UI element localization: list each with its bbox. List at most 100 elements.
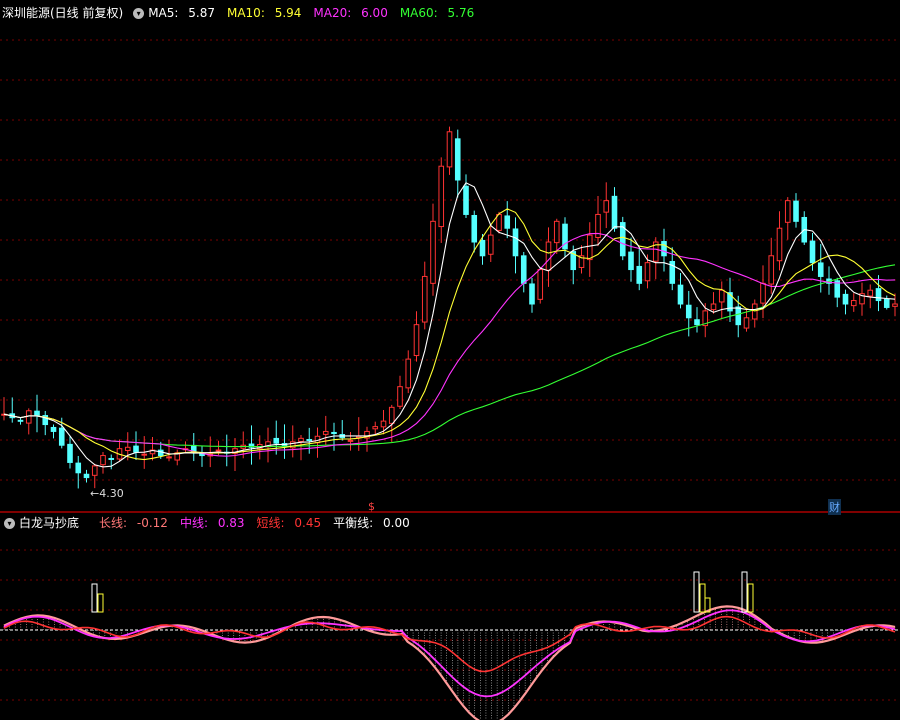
indicator-header: ▾ 白龙马抄底 长线: -0.12 中线: 0.83 短线: 0.45 平衡线:… (0, 513, 422, 533)
candle-body (83, 473, 90, 479)
signal-bar (693, 571, 700, 613)
signal-bar (741, 571, 748, 613)
ma60-label: MA60: 5.76 (399, 6, 475, 20)
candle-body (867, 289, 874, 297)
signal-bar (91, 583, 98, 613)
candle-body (487, 234, 494, 255)
candle-body (306, 439, 313, 442)
candle-body (380, 420, 387, 428)
ma10-label: MA10: 5.94 (226, 6, 302, 20)
candle-body (529, 283, 535, 305)
indicator-name: 白龙马抄底 (19, 516, 80, 530)
candle-body (413, 324, 420, 357)
main-header: 深圳能源(日线 前复权) ▾ MA5: 5.87 MA10: 5.94 MA20… (0, 3, 486, 23)
low-price-marker: ←4.30 (90, 487, 124, 500)
ma5-label: MA5: 5.87 (148, 6, 215, 20)
candle-body (298, 437, 304, 442)
candle-body (75, 462, 82, 474)
candle-body (875, 288, 882, 302)
candle-body (133, 445, 139, 453)
candle-body (25, 410, 32, 424)
candle-body (34, 410, 40, 417)
candle-body (718, 289, 725, 303)
candle-body (58, 427, 65, 446)
candle-body (347, 439, 354, 442)
long-line-label: 长线: -0.12 (99, 516, 168, 530)
candle-body (611, 195, 618, 229)
stock-title: 深圳能源(日线 前复权) (2, 6, 124, 20)
ma20-label: MA20: 6.00 (313, 6, 388, 20)
candle-body (17, 419, 24, 422)
candle-body (760, 282, 766, 304)
signal-bar (97, 593, 104, 613)
candle-body (710, 303, 717, 311)
candle-body (784, 200, 791, 223)
long-line (3, 605, 896, 720)
candle-body (166, 456, 172, 459)
candle-body (471, 215, 478, 243)
event-marker-s[interactable]: $ (368, 500, 375, 513)
candle-body (512, 228, 519, 257)
ma20-line (3, 232, 896, 457)
candle-body (883, 298, 890, 308)
mid-line (3, 609, 896, 698)
event-marker-cai[interactable]: 财 (828, 499, 841, 515)
ma5-line (3, 182, 896, 468)
candle-body (100, 455, 106, 466)
candle-body (504, 215, 511, 229)
candle-body (776, 227, 783, 262)
candle-body (479, 239, 486, 257)
candle-body (108, 457, 115, 460)
candle-body (850, 300, 857, 307)
candle-body (661, 241, 667, 257)
candle-body (892, 303, 898, 307)
ma10-line (3, 208, 896, 461)
candle-body (405, 358, 412, 389)
short-line (3, 615, 896, 673)
candle-body (586, 234, 593, 261)
candle-body (743, 317, 750, 329)
candle-body (157, 449, 164, 457)
candle-body (685, 304, 692, 319)
arrow-left-icon: ← (90, 487, 100, 500)
chart-stage: 深圳能源(日线 前复权) ▾ MA5: 5.87 MA10: 5.94 MA20… (0, 0, 900, 720)
price-chart[interactable] (0, 0, 900, 720)
candle-body (215, 449, 222, 452)
candle-body (735, 306, 742, 326)
candle-body (322, 430, 329, 435)
candle-body (628, 251, 634, 271)
candle-body (430, 220, 436, 284)
signal-bar (747, 583, 754, 613)
candle-body (553, 220, 560, 244)
candle-body (438, 165, 445, 228)
candle-body (454, 138, 461, 181)
candle-body (636, 265, 643, 284)
candle-body (463, 185, 469, 215)
candle-body (446, 131, 453, 168)
candle-body (793, 200, 799, 222)
candle-body (331, 431, 337, 435)
circle-down-icon[interactable]: ▾ (133, 7, 145, 19)
candle-body (817, 262, 824, 277)
candle-body (67, 443, 73, 463)
candle-body (768, 255, 775, 285)
candle-body (421, 275, 428, 323)
candle-body (199, 453, 205, 457)
candle-body (520, 255, 527, 284)
candle-body (809, 240, 816, 264)
candle-body (644, 262, 651, 282)
candle-body (141, 453, 148, 456)
balance-line-label: 平衡线: 0.00 (333, 516, 410, 530)
candle-body (537, 269, 544, 300)
candle-body (397, 386, 403, 407)
candle-body (751, 303, 758, 320)
circle-down-icon[interactable]: ▾ (4, 517, 15, 529)
signal-bar (699, 583, 706, 613)
candle-body (545, 241, 552, 271)
candle-body (388, 406, 395, 424)
candle-body (677, 284, 684, 305)
candle-body (842, 293, 849, 305)
candle-body (603, 200, 610, 213)
candle-body (91, 465, 98, 476)
candle-body (694, 319, 700, 326)
